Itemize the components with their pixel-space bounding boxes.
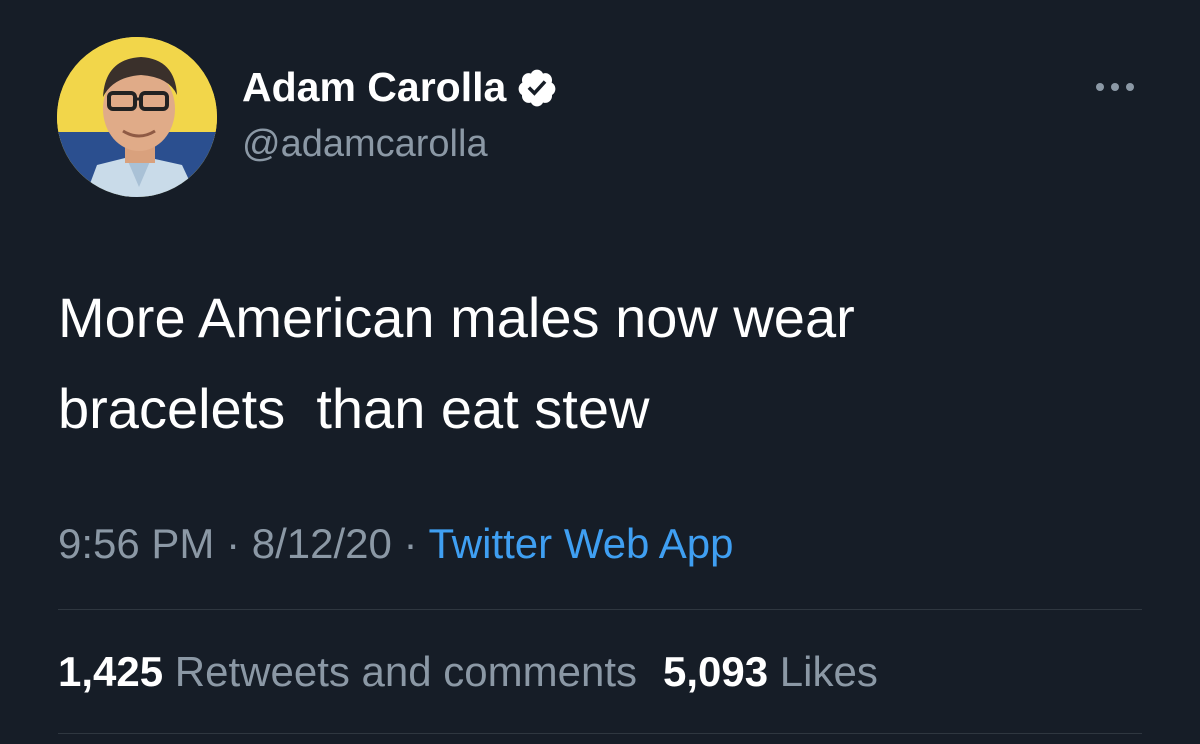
tweet-text-line-1: More American males now wear [58,286,855,349]
retweets-stat[interactable]: 1,425 Retweets and comments [58,648,637,695]
user-handle[interactable]: @adamcarolla [242,123,488,166]
tweet-meta: 9:56 PM · 8/12/20 · Twitter Web App [58,520,734,568]
verified-badge-icon [518,69,556,106]
divider [58,733,1142,734]
likes-count: 5,093 [663,648,769,695]
meta-separator-2: · [391,520,429,567]
likes-label: Likes [779,648,878,695]
tweet-card: Adam Carolla @adamcarolla More American … [0,0,1200,744]
tweet-text: More American males now wear bracelets th… [58,272,1138,454]
likes-stat[interactable]: 5,093 Likes [663,648,878,695]
avatar-portrait-image [57,37,217,197]
divider [58,609,1142,610]
more-options-icon[interactable] [1093,76,1137,98]
retweets-count: 1,425 [58,648,164,695]
tweet-time[interactable]: 9:56 PM [58,520,214,567]
retweets-label: Retweets and comments [174,648,637,695]
tweet-date[interactable]: 8/12/20 [252,520,392,567]
display-name[interactable]: Adam Carolla [242,64,558,111]
avatar[interactable] [57,37,217,197]
tweet-text-line-2: bracelets than eat stew [58,377,650,440]
display-name-text: Adam Carolla [242,64,507,110]
tweet-source-link[interactable]: Twitter Web App [428,520,733,567]
tweet-stats: 1,425 Retweets and comments 5,093 Likes [58,648,878,696]
meta-separator-1: · [214,520,252,567]
